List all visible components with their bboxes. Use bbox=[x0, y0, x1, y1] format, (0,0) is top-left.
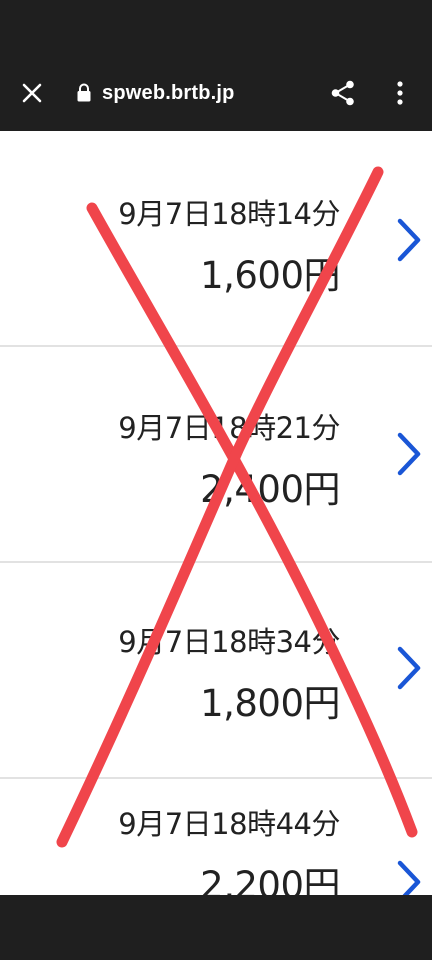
close-icon[interactable] bbox=[18, 79, 46, 107]
list-item[interactable]: 9月7日18時34分 1,800円 bbox=[0, 563, 432, 779]
share-icon[interactable] bbox=[328, 78, 358, 108]
entry-amount: 2,200円 bbox=[200, 864, 340, 895]
chevron-right-icon[interactable] bbox=[392, 857, 426, 895]
url-text[interactable]: spweb.brtb.jp bbox=[102, 80, 235, 106]
entry-amount: 1,600円 bbox=[200, 254, 340, 297]
entry-datetime: 9月7日18時14分 bbox=[118, 197, 340, 231]
entry-amount: 2,400円 bbox=[200, 468, 340, 511]
lock-icon bbox=[77, 83, 91, 102]
entry-datetime: 9月7日18時34分 bbox=[118, 625, 340, 659]
list-item[interactable]: 9月7日18時21分 2,400円 bbox=[0, 347, 432, 563]
history-list: 9月7日18時14分 1,600円 9月7日18時21分 2,400円 9月7日… bbox=[0, 131, 432, 895]
list-item[interactable]: 9月7日18時14分 1,600円 bbox=[0, 131, 432, 347]
chevron-right-icon[interactable] bbox=[392, 643, 426, 693]
entry-datetime: 9月7日18時21分 bbox=[118, 411, 340, 445]
chevron-right-icon[interactable] bbox=[392, 429, 426, 479]
entry-amount: 1,800円 bbox=[200, 682, 340, 725]
browser-toolbar: spweb.brtb.jp bbox=[0, 0, 432, 131]
system-nav-bar bbox=[0, 895, 432, 960]
list-item[interactable]: 9月7日18時44分 2,200円 bbox=[0, 779, 432, 895]
entry-datetime: 9月7日18時44分 bbox=[118, 807, 340, 841]
more-vert-icon[interactable] bbox=[392, 78, 408, 108]
chevron-right-icon[interactable] bbox=[392, 215, 426, 265]
